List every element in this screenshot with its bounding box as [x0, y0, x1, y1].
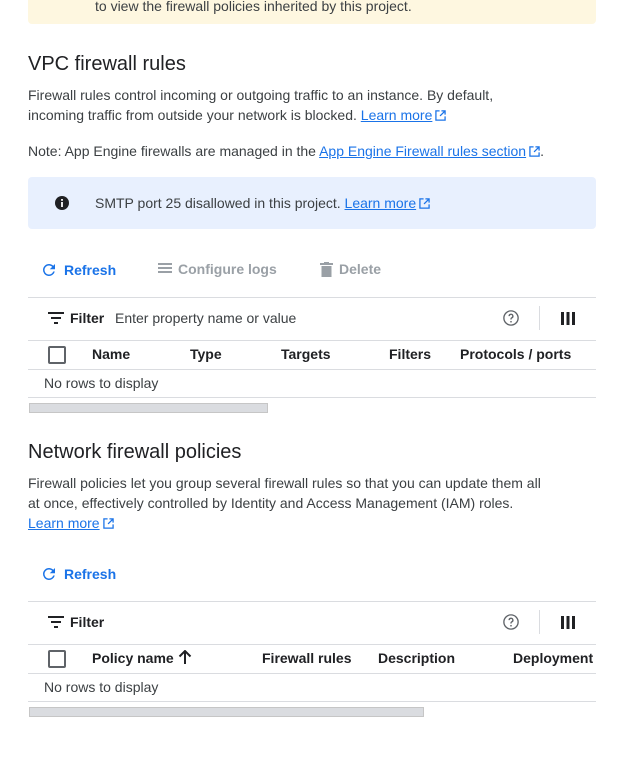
- column-header-name[interactable]: Name: [92, 346, 130, 362]
- column-header-description[interactable]: Description: [378, 650, 455, 666]
- delete-button[interactable]: Delete: [320, 261, 381, 277]
- vpc-horizontal-scrollbar[interactable]: [29, 403, 268, 413]
- vpc-desc-line1: Firewall rules control incoming or outgo…: [28, 87, 494, 103]
- trash-icon: [320, 261, 333, 277]
- filter-divider: [539, 306, 540, 330]
- network-desc-line1: Firewall policies let you group several …: [28, 475, 541, 491]
- help-icon[interactable]: [502, 613, 520, 631]
- network-learn-more-label: Learn more: [28, 515, 100, 531]
- network-desc-line2: at once, effectively controlled by Ident…: [28, 495, 514, 511]
- delete-label: Delete: [339, 261, 382, 277]
- info-icon: [55, 196, 69, 210]
- column-header-policy-name[interactable]: Policy name: [92, 650, 174, 666]
- vpc-empty-message: No rows to display: [44, 375, 159, 391]
- external-link-icon: [102, 518, 114, 529]
- vpc-learn-more-label: Learn more: [360, 107, 433, 123]
- network-horizontal-scrollbar[interactable]: [29, 707, 424, 717]
- configure-logs-label: Configure logs: [178, 261, 277, 277]
- app-engine-note: Note: App Engine firewalls are managed i…: [28, 141, 544, 161]
- column-display-icon[interactable]: [561, 616, 575, 629]
- vpc-refresh-button[interactable]: Refresh: [40, 261, 116, 279]
- network-filter-label[interactable]: Filter: [70, 614, 104, 630]
- external-link-icon: [529, 146, 540, 157]
- vpc-select-all-checkbox[interactable]: [48, 346, 66, 364]
- configure-logs-button[interactable]: Configure logs: [158, 261, 277, 277]
- column-header-filters[interactable]: Filters: [389, 346, 431, 362]
- smtp-learn-more-link[interactable]: Learn more: [345, 195, 431, 211]
- column-header-firewall-rules[interactable]: Firewall rules: [262, 650, 351, 666]
- column-header-deployment[interactable]: Deployment: [513, 650, 593, 666]
- smtp-message: SMTP port 25 disallowed in this project.: [95, 195, 341, 211]
- sort-ascending-icon[interactable]: [178, 650, 192, 665]
- column-header-targets[interactable]: Targets: [281, 346, 331, 362]
- column-display-icon[interactable]: [561, 312, 575, 325]
- network-refresh-button[interactable]: Refresh: [40, 565, 116, 583]
- filter-icon: [48, 616, 64, 628]
- list-icon: [158, 263, 172, 273]
- network-empty-message: No rows to display: [44, 679, 159, 695]
- vpc-desc-line2: incoming traffic from outside your netwo…: [28, 107, 357, 123]
- smtp-info-text: SMTP port 25 disallowed in this project.…: [95, 193, 430, 213]
- network-description: Firewall policies let you group several …: [28, 473, 588, 533]
- vpc-description: Firewall rules control incoming or outgo…: [28, 85, 548, 125]
- note-suffix: .: [540, 143, 544, 159]
- column-header-type[interactable]: Type: [190, 346, 222, 362]
- external-link-icon: [435, 110, 447, 121]
- column-header-protocols-ports[interactable]: Protocols / ports: [460, 346, 571, 362]
- vpc-filter-label: Filter: [70, 310, 105, 326]
- banner-text: to view the firewall policies inherited …: [95, 0, 412, 14]
- app-engine-link-label: App Engine Firewall rules section: [319, 143, 527, 159]
- filter-divider: [539, 610, 540, 634]
- refresh-icon: [42, 264, 55, 276]
- help-icon[interactable]: [502, 309, 520, 327]
- network-section-title: Network firewall policies: [28, 441, 242, 463]
- refresh-label: Refresh: [64, 262, 117, 278]
- smtp-learn-more-label: Learn more: [344, 195, 417, 211]
- filter-icon: [48, 312, 64, 324]
- network-select-all-checkbox[interactable]: [48, 650, 66, 668]
- app-engine-firewall-link[interactable]: App Engine Firewall rules section: [319, 143, 540, 159]
- refresh-label: Refresh: [64, 566, 117, 582]
- vpc-filter-input[interactable]: [115, 310, 475, 326]
- refresh-icon: [42, 568, 55, 580]
- vpc-section-title: VPC firewall rules: [28, 53, 186, 75]
- network-learn-more-link[interactable]: Learn more: [28, 515, 114, 531]
- vpc-learn-more-link[interactable]: Learn more: [361, 107, 447, 123]
- external-link-icon: [419, 198, 430, 209]
- note-prefix: Note: App Engine firewalls are managed i…: [28, 143, 316, 159]
